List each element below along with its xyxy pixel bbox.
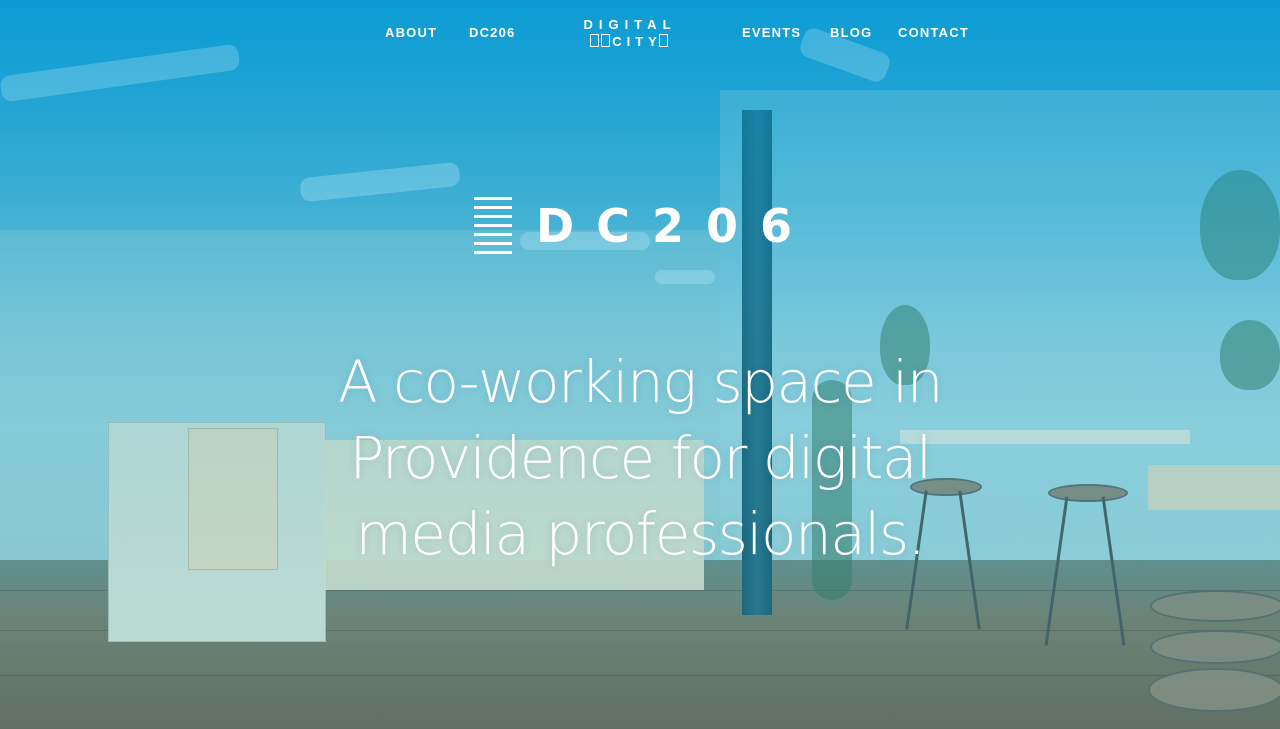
nav-link-blog[interactable]: BLOG: [830, 25, 872, 40]
square-outline-icon: [658, 34, 668, 47]
brand-title: DC206: [536, 199, 814, 253]
nav-link-dc206[interactable]: DC206: [469, 25, 515, 40]
nav-link-contact[interactable]: CONTACT: [898, 25, 969, 40]
hero-headline: A co-working space in Providence for dig…: [338, 347, 943, 568]
logo-line-city-row: CITY: [570, 33, 690, 50]
hero-section: ABOUT DC206 DIGITAL CITY EVENTS BLOG CON…: [0, 0, 1280, 729]
logo-line-city: CITY: [612, 34, 662, 49]
dc206-brand: DC206: [474, 196, 814, 256]
digital-city-logo[interactable]: DIGITAL CITY: [570, 16, 690, 56]
stacked-bars-icon: [474, 196, 514, 256]
logo-line-digital: DIGITAL: [583, 17, 677, 32]
top-navigation: ABOUT DC206 DIGITAL CITY EVENTS BLOG CON…: [0, 0, 1280, 66]
square-outline-icon: [590, 34, 600, 47]
nav-link-about[interactable]: ABOUT: [385, 25, 437, 40]
nav-link-events[interactable]: EVENTS: [742, 25, 801, 40]
square-outline-icon: [601, 34, 611, 47]
